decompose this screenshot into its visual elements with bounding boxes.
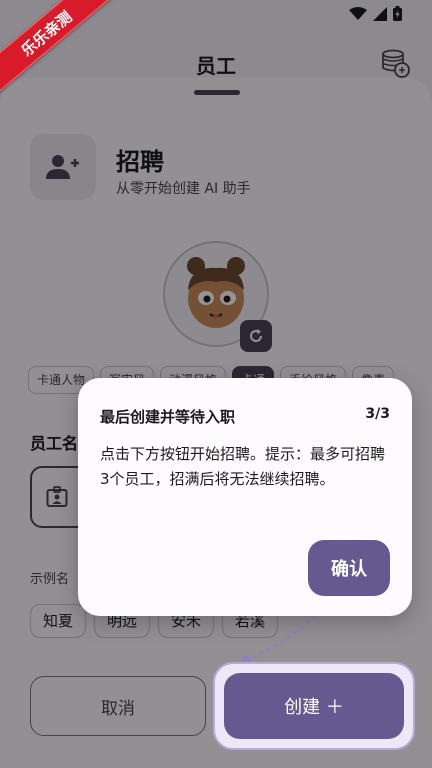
dialog-title: 最后创建并等待入职 <box>100 408 236 426</box>
dialog-body: 点击下方按钮开始招聘。提示：最多可招聘3个员工，招满后将无法继续招聘。 <box>100 445 386 488</box>
create-button[interactable]: 创建 ＋ <box>224 673 404 739</box>
create-button-label: 创建 ＋ <box>284 697 344 718</box>
tutorial-dialog: 最后创建并等待入职 3/3 点击下方按钮开始招聘。提示：最多可招聘3个员工，招满… <box>78 378 412 616</box>
confirm-button[interactable]: 确认 <box>308 540 390 596</box>
step-counter: 3/3 <box>365 406 390 422</box>
